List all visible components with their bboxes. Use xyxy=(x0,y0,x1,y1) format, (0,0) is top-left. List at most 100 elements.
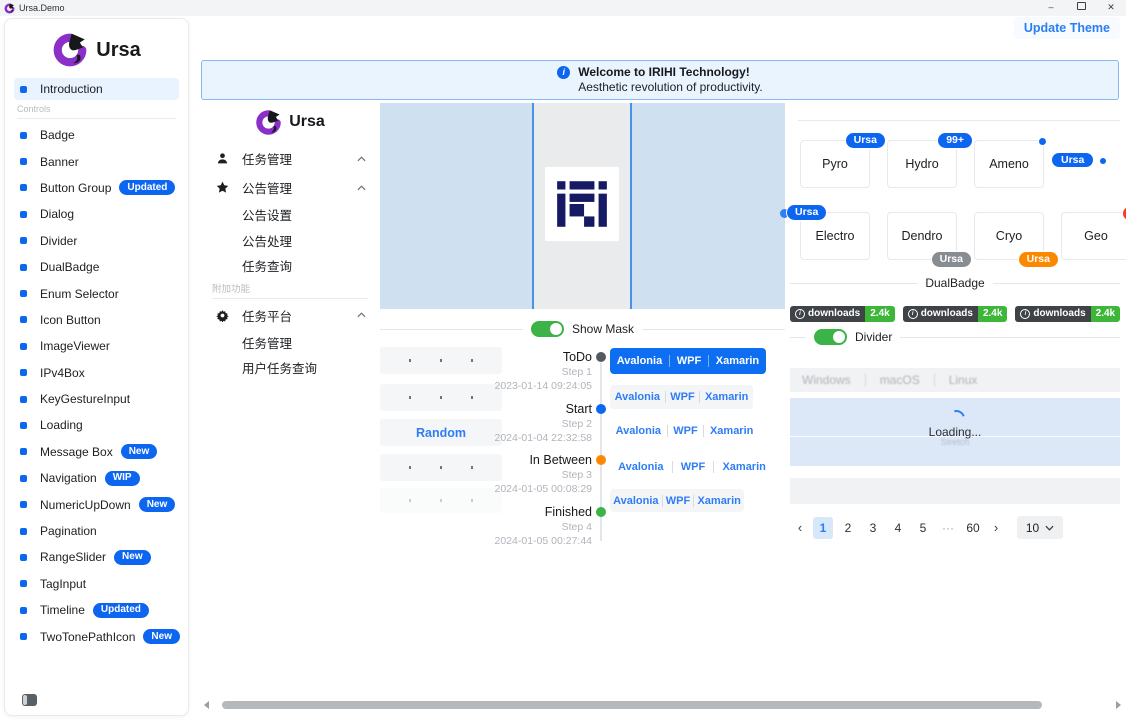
close-button[interactable]: ✕ xyxy=(1096,0,1126,16)
user-icon xyxy=(216,152,230,165)
timeline-dot xyxy=(596,352,606,362)
sidebar-item-loading[interactable]: Loading xyxy=(5,412,188,438)
sidebar-item-button-group[interactable]: Button GroupUpdated xyxy=(5,175,188,201)
menu-item-用户任务查询[interactable]: 用户任务查询 xyxy=(200,355,380,381)
horizontal-scrollbar[interactable] xyxy=(222,701,1042,709)
menu-item-公告处理[interactable]: 公告处理 xyxy=(200,228,380,254)
sidebar-item-message-box[interactable]: Message BoxNew xyxy=(5,439,188,465)
sidebar-item-banner[interactable]: Banner xyxy=(5,148,188,174)
image-viewer[interactable] xyxy=(380,103,785,309)
sidebar-item-label: KeyGestureInput xyxy=(40,392,130,406)
ursa-badge: Ursa xyxy=(1018,251,1059,268)
sidebar-item-ipv4box[interactable]: IPv4Box xyxy=(5,360,188,386)
minimize-button[interactable]: – xyxy=(1036,0,1066,16)
button-wpf[interactable]: WPF xyxy=(670,391,694,403)
button-avalonia[interactable]: Avalonia xyxy=(617,355,662,367)
sidebar-item-label: Timeline xyxy=(40,603,85,617)
badge-card-dendro[interactable]: DendroUrsa xyxy=(887,212,957,260)
badge-card-electro[interactable]: ElectroUrsa xyxy=(800,212,870,260)
sidebar-item-divider[interactable]: Divider xyxy=(5,228,188,254)
scroll-left-icon[interactable] xyxy=(204,701,209,709)
page-button-4[interactable]: 4 xyxy=(888,517,908,539)
timeline-dot xyxy=(596,404,606,414)
menu-item-公告设置[interactable]: 公告设置 xyxy=(200,202,380,228)
maximize-button[interactable] xyxy=(1066,0,1096,16)
show-mask-toggle[interactable] xyxy=(531,321,564,337)
scroll-right-icon[interactable] xyxy=(1116,701,1121,709)
update-theme-button[interactable]: Update Theme xyxy=(1014,17,1120,39)
sidebar-item-badge[interactable]: Badge xyxy=(5,122,188,148)
page-button-1[interactable]: 1 xyxy=(813,517,833,539)
sidebar-item-introduction[interactable]: Introduction xyxy=(14,78,179,100)
sidebar-item-enum-selector[interactable]: Enum Selector xyxy=(5,280,188,306)
sidebar-item-dialog[interactable]: Dialog xyxy=(5,201,188,227)
button-avalonia[interactable]: Avalonia xyxy=(616,425,661,437)
button-wpf[interactable]: WPF xyxy=(681,461,705,473)
badge-card-geo[interactable]: Geo xyxy=(1061,212,1126,260)
button-xamarin[interactable]: Xamarin xyxy=(722,461,765,473)
prev-page-button[interactable]: ‹ xyxy=(792,520,808,535)
button-xamarin[interactable]: Xamarin xyxy=(705,391,748,403)
chevron-up-icon[interactable] xyxy=(357,312,366,318)
card-label: Dendro xyxy=(902,229,943,243)
show-mask-label: Show Mask xyxy=(572,322,634,336)
sidebar-item-navigation[interactable]: NavigationWIP xyxy=(5,465,188,491)
bullet-icon xyxy=(20,237,27,244)
separator xyxy=(672,461,673,473)
badge-card-hydro[interactable]: Hydro99+ xyxy=(887,140,957,188)
sidebar-item-imageviewer[interactable]: ImageViewer xyxy=(5,333,188,359)
sidebar-item-dualbadge[interactable]: DualBadge xyxy=(5,254,188,280)
sidebar-item-label: Introduction xyxy=(40,82,103,96)
menu-item-label: 任务管理 xyxy=(242,149,292,168)
button-avalonia[interactable]: Avalonia xyxy=(613,495,658,507)
separator xyxy=(934,374,935,386)
badge-card-cryo[interactable]: CryoUrsa xyxy=(974,212,1044,260)
sidebar-item-taginput[interactable]: TagInput xyxy=(5,571,188,597)
dual-badge-label-text: downloads xyxy=(1033,309,1085,319)
sidebar-item-rangeslider[interactable]: RangeSliderNew xyxy=(5,544,188,570)
dual-badge-label: idownloads xyxy=(1015,306,1090,322)
status-badge: New xyxy=(121,444,158,459)
button-xamarin[interactable]: Xamarin xyxy=(710,425,753,437)
button-avalonia[interactable]: Avalonia xyxy=(615,391,660,403)
button-wpf[interactable]: WPF xyxy=(673,425,697,437)
badge-card-ameno[interactable]: Ameno xyxy=(974,140,1044,188)
page-button-2[interactable]: 2 xyxy=(838,517,858,539)
menu-item-任务管理[interactable]: 任务管理 xyxy=(200,144,380,173)
sidebar-item-label: Icon Button xyxy=(40,313,101,327)
menu-item-任务查询[interactable]: 任务查询 xyxy=(200,253,380,279)
sidebar-item-icon-button[interactable]: Icon Button xyxy=(5,307,188,333)
button-wpf[interactable]: WPF xyxy=(677,355,701,367)
divider-toggle[interactable] xyxy=(814,329,847,345)
menu-item-公告管理[interactable]: 公告管理 xyxy=(200,173,380,202)
timeline-title: Finished xyxy=(460,504,592,520)
chevron-up-icon[interactable] xyxy=(357,185,366,191)
page-size-select[interactable]: 10 xyxy=(1017,516,1063,539)
page-button-5[interactable]: 5 xyxy=(913,517,933,539)
separator xyxy=(703,425,704,437)
button-avalonia[interactable]: Avalonia xyxy=(618,461,663,473)
page-button-60[interactable]: 60 xyxy=(963,517,983,539)
sidebar-item-pagination[interactable]: Pagination xyxy=(5,518,188,544)
chevron-up-icon[interactable] xyxy=(357,156,366,162)
info-icon: i xyxy=(557,66,570,79)
menu-item-任务管理[interactable]: 任务管理 xyxy=(200,330,380,356)
sidebar-collapse-icon[interactable] xyxy=(22,694,37,706)
sidebar-item-twotonepathicon[interactable]: TwoTonePathIconNew xyxy=(5,623,188,649)
sidebar-item-numericupdown[interactable]: NumericUpDownNew xyxy=(5,491,188,517)
button-wpf[interactable]: WPF xyxy=(666,495,690,507)
card-label: Pyro xyxy=(822,157,848,171)
bullet-icon xyxy=(20,290,27,297)
button-xamarin[interactable]: Xamarin xyxy=(716,355,759,367)
status-badge: WIP xyxy=(105,471,140,486)
button-xamarin[interactable]: Xamarin xyxy=(697,495,740,507)
ursa-badge: Ursa xyxy=(786,204,827,221)
sidebar-item-keygestureinput[interactable]: KeyGestureInput xyxy=(5,386,188,412)
timeline-entry: ToDoStep 12023-01-14 09:24:05 xyxy=(460,349,592,401)
next-page-button[interactable]: › xyxy=(988,520,1004,535)
ursa-badge: Ursa xyxy=(1052,153,1093,167)
page-button-3[interactable]: 3 xyxy=(863,517,883,539)
sidebar-item-timeline[interactable]: TimelineUpdated xyxy=(5,597,188,623)
badge-card-pyro[interactable]: PyroUrsa xyxy=(800,140,870,188)
menu-item-任务平台[interactable]: 任务平台 xyxy=(200,301,380,330)
